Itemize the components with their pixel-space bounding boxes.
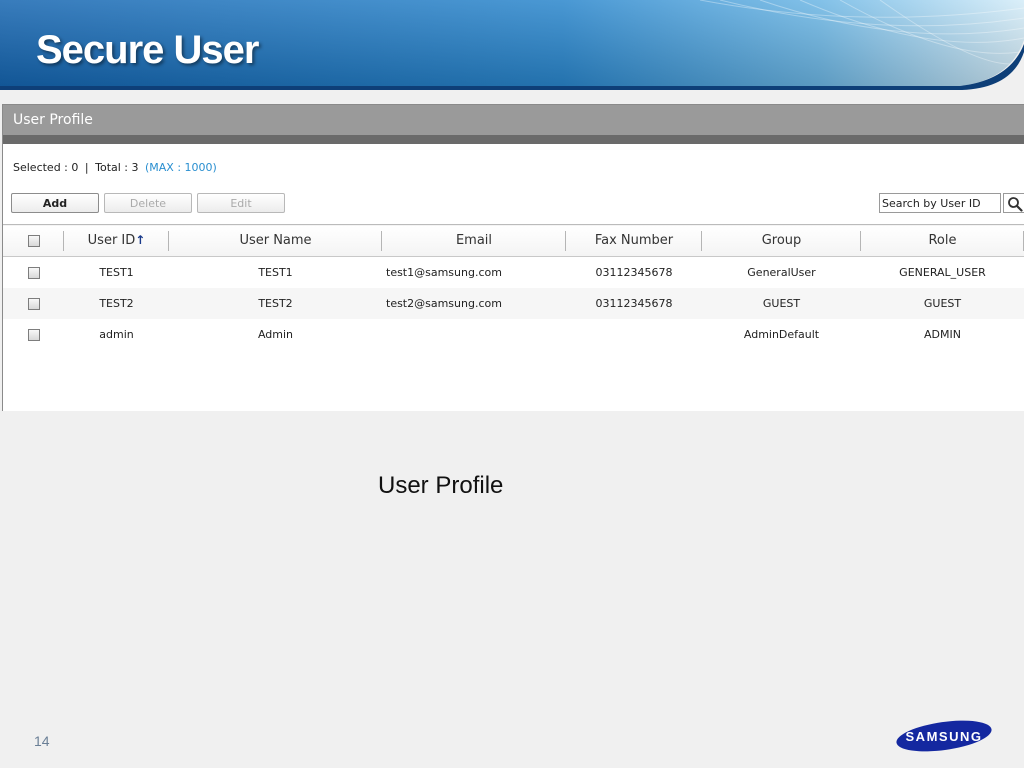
fax-header-label: Fax Number	[594, 233, 674, 248]
row-checkbox[interactable]	[27, 266, 40, 279]
samsung-logo: SAMSUNG	[896, 720, 992, 752]
user-name-cell: Admin	[257, 327, 294, 341]
email-cell	[382, 319, 566, 350]
search-icon	[1008, 197, 1023, 212]
group-cell: AdminDefault	[743, 327, 820, 341]
group-cell: GeneralUser	[747, 265, 816, 279]
samsung-logo-text: SAMSUNG	[906, 729, 983, 744]
email-cell: test1@samsung.com	[386, 265, 502, 279]
add-button[interactable]: Add	[11, 193, 99, 213]
user-name-cell: TEST1	[258, 265, 293, 279]
table-header-row: User ID↑ User Name Email Fax Number Grou…	[3, 224, 1024, 257]
slide-header: Secure User	[0, 0, 1024, 92]
fax-cell: 03112345678	[595, 265, 673, 279]
table-row[interactable]: admin Admin AdminDefault ADMIN	[3, 319, 1024, 350]
users-table: User ID↑ User Name Email Fax Number Grou…	[3, 224, 1024, 350]
user-id-cell: admin	[99, 327, 134, 341]
column-header-group[interactable]: Group	[702, 225, 861, 257]
sort-ascending-icon: ↑	[135, 233, 146, 247]
user-name-cell: TEST2	[258, 296, 293, 310]
summary-separator: |	[84, 161, 89, 174]
slide-title: Secure User	[36, 28, 259, 72]
email-header-label: Email	[455, 233, 493, 248]
table-row[interactable]: TEST1 TEST1 test1@samsung.com 0311234567…	[3, 257, 1024, 288]
column-header-fax[interactable]: Fax Number	[566, 225, 702, 257]
row-checkbox[interactable]	[27, 297, 40, 310]
total-count: Total : 3	[95, 161, 139, 174]
delete-button[interactable]: Delete	[104, 193, 192, 213]
max-count: (MAX : 1000)	[145, 161, 217, 174]
panel-title: User Profile	[3, 105, 1024, 135]
column-header-email[interactable]: Email	[382, 225, 566, 257]
fax-cell	[566, 319, 702, 350]
panel-header-strip	[3, 135, 1024, 144]
user-id-header-label: User ID	[87, 233, 136, 248]
table-row[interactable]: TEST2 TEST2 test2@samsung.com 0311234567…	[3, 287, 1024, 319]
selection-summary: Selected : 0 | Total : 3 (MAX : 1000)	[13, 161, 217, 174]
search-input[interactable]	[879, 193, 1001, 213]
group-cell: GUEST	[762, 296, 801, 310]
group-header-label: Group	[761, 233, 802, 248]
search-button[interactable]	[1003, 193, 1024, 213]
selected-count: Selected : 0	[13, 161, 79, 174]
user-id-cell: TEST1	[99, 265, 134, 279]
column-header-user-id[interactable]: User ID↑	[64, 225, 169, 257]
slide-caption: User Profile	[378, 472, 504, 499]
select-all-checkbox[interactable]	[27, 234, 40, 247]
user-name-header-label: User Name	[239, 233, 312, 248]
role-cell: GUEST	[923, 296, 962, 310]
user-id-cell: TEST2	[99, 296, 134, 310]
edit-button[interactable]: Edit	[197, 193, 285, 213]
column-header-user-name[interactable]: User Name	[169, 225, 382, 257]
column-header-role[interactable]: Role	[861, 225, 1024, 257]
role-cell: ADMIN	[924, 327, 961, 341]
email-cell: test2@samsung.com	[386, 296, 502, 310]
select-all-header	[3, 225, 64, 257]
role-cell: GENERAL_USER	[899, 265, 986, 279]
role-header-label: Role	[928, 233, 957, 248]
row-checkbox[interactable]	[27, 328, 40, 341]
page-number: 14	[34, 733, 50, 749]
user-profile-panel: User Profile Selected : 0 | Total : 3 (M…	[2, 104, 1024, 411]
fax-cell: 03112345678	[595, 296, 673, 310]
